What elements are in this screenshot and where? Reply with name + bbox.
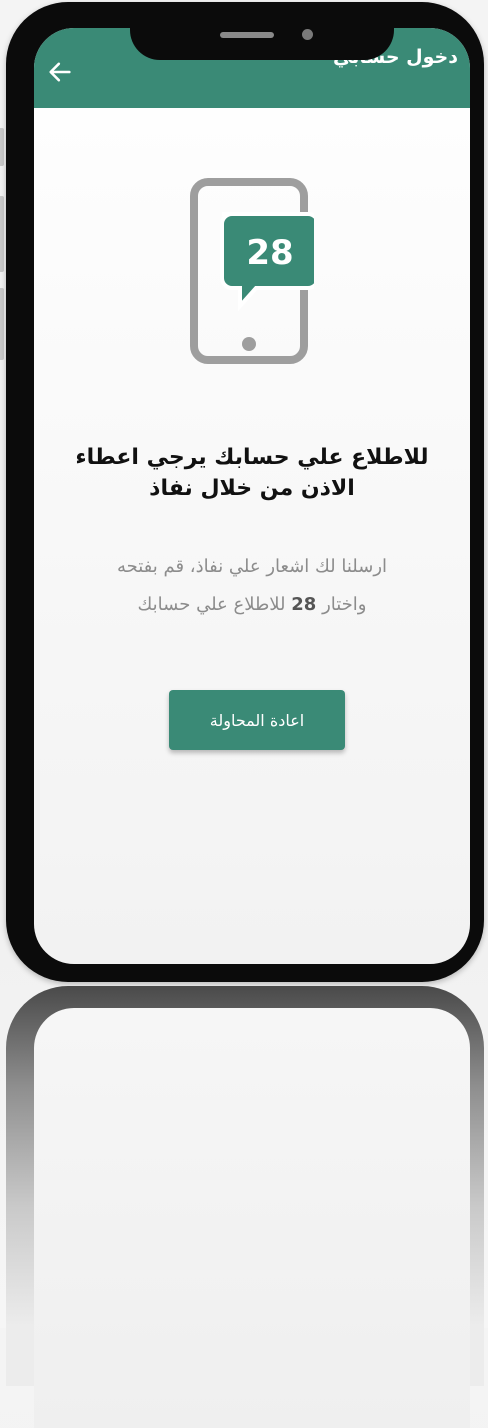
headline: للاطلاع علي حسابك يرجي اعطاء الاذن من خل… (44, 442, 460, 504)
description-prefix: واختار (322, 594, 367, 615)
description-line-1: ارسلنا لك اشعار علي نفاذ، قم بفتحه (116, 556, 388, 577)
description-code: 28 (291, 594, 317, 615)
side-button-2 (0, 196, 4, 272)
phone-screen: دخول حسابي 28 للاطلاع علي حسابك يرجي اعط… (34, 28, 470, 964)
side-button-1 (0, 128, 4, 166)
arrow-left-icon[interactable] (46, 58, 74, 86)
phone-message-icon: 28 (190, 178, 314, 364)
headline-line-2: الاذن من خلال نفاذ (149, 476, 355, 501)
description-line-2: واختار 28 للاطلاع علي حسابك (54, 586, 450, 624)
description: ارسلنا لك اشعار علي نفاذ، قم بفتحه واختا… (54, 548, 450, 624)
phone-reflection (6, 986, 484, 1428)
bubble-code: 28 (246, 233, 293, 273)
reflection-screen (34, 1008, 470, 1428)
side-button-3 (0, 288, 4, 360)
retry-button[interactable]: اعادة المحاولة (169, 690, 345, 750)
speaker-icon (220, 32, 274, 38)
description-suffix: للاطلاع علي حسابك (137, 594, 286, 615)
headline-line-1: للاطلاع علي حسابك يرجي اعطاء (75, 445, 429, 470)
phone-frame: دخول حسابي 28 للاطلاع علي حسابك يرجي اعط… (6, 2, 484, 982)
phone-notch (130, 2, 394, 60)
camera-icon (302, 29, 313, 40)
